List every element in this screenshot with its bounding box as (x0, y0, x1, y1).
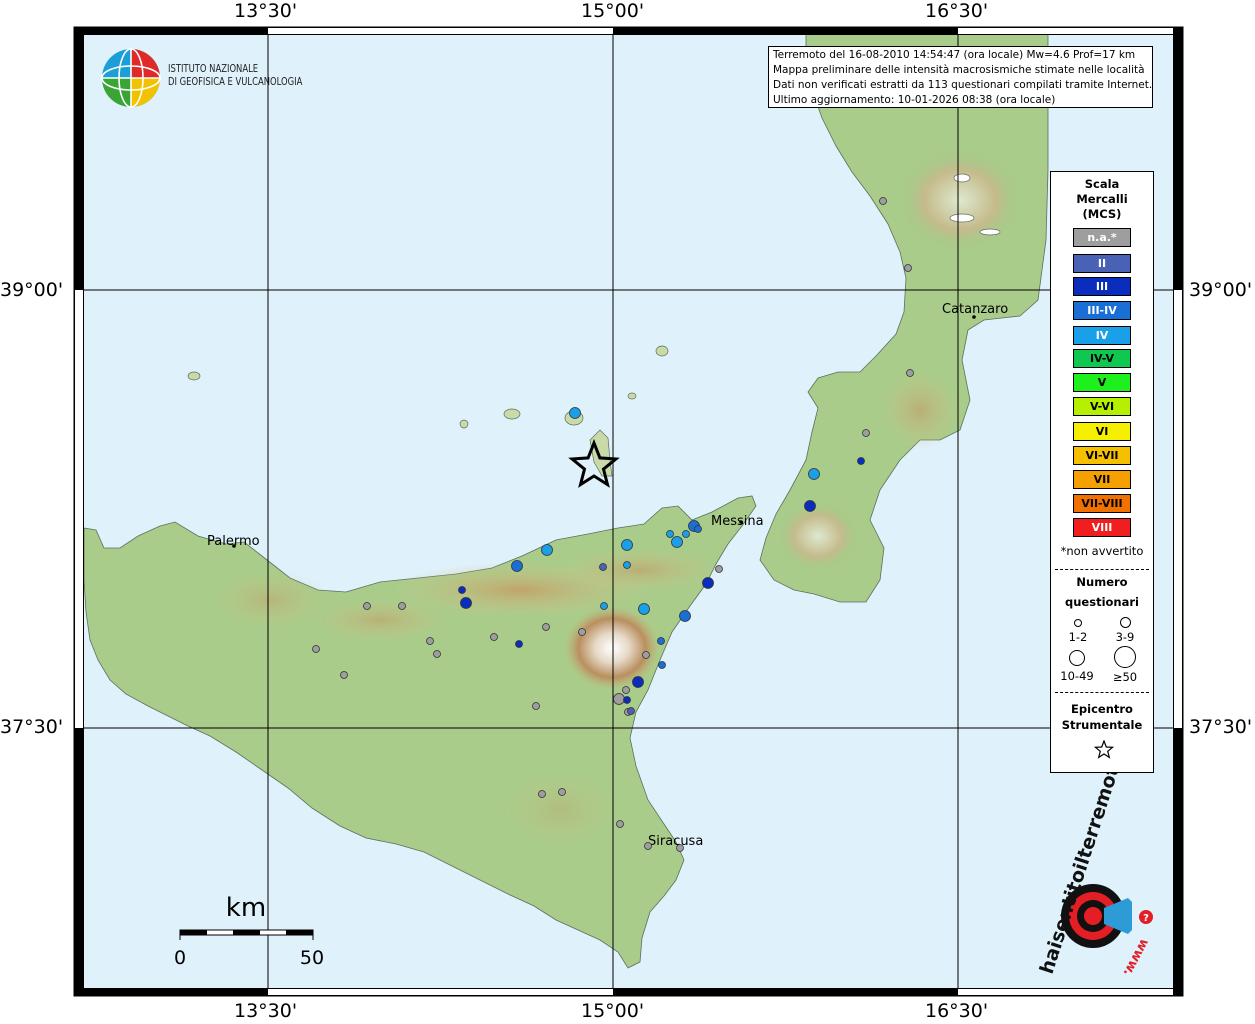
svg-text:?: ? (1143, 913, 1149, 924)
legend-title-line3: (MCS) (1082, 207, 1122, 221)
ingv-line1: ISTITUTO NAZIONALE (168, 62, 259, 75)
coord-left-1: 39°00' (0, 279, 64, 301)
legend-class-iii: III (1073, 277, 1131, 296)
legend-title-line1: Scala (1084, 177, 1120, 191)
coord-top-1: 13°30' (234, 0, 298, 22)
legend-class-viii: VIII (1073, 518, 1131, 537)
legend-count-heading: Numero questionari (1051, 574, 1153, 610)
size-label-2: 3-9 (1115, 630, 1135, 644)
legend-class-ii: II (1073, 254, 1131, 273)
coord-right-1: 39°00' (1189, 279, 1253, 301)
legend-count-heading-line1: Numero (1076, 575, 1128, 589)
legend-class-iv: IV (1073, 326, 1131, 345)
legend-class-n-a: n.a.* (1073, 228, 1131, 247)
scale-max: 50 (300, 947, 324, 969)
legend-title: Scala Mercalli (MCS) (1051, 177, 1153, 222)
legend-epicentre-line1: Epicentro (1071, 702, 1133, 716)
size-label-3: 10-49 (1060, 669, 1094, 683)
coord-left-2: 37°30' (0, 716, 64, 738)
legend-separator (1055, 569, 1149, 570)
size-ring-medium (1120, 617, 1131, 628)
scale-unit: km (226, 893, 266, 923)
event-info-line2: Mappa preliminare delle intensità macros… (773, 64, 1145, 76)
legend-class-vii-viii: VII-VIII (1073, 494, 1131, 513)
place-catanzaro: Catanzaro (942, 302, 1008, 317)
ingv-logo-text: ISTITUTO NAZIONALE DI GEOFISICA E VULCAN… (168, 62, 302, 88)
legend-class-vi: VI (1073, 422, 1131, 441)
size-ring-xlarge (1114, 646, 1136, 668)
size-ring-large (1069, 650, 1085, 666)
legend-epicentre-heading: Epicentro Strumentale (1051, 701, 1153, 733)
legend-class-v: V (1073, 373, 1131, 392)
legend-note: *non avvertito (1060, 544, 1144, 558)
event-info-line1: Terremoto del 16-08-2010 14:54:47 (ora l… (773, 49, 1136, 61)
legend-star-icon (1094, 740, 1114, 759)
etna (564, 606, 660, 690)
legend-class-iii-iv: III-IV (1073, 301, 1131, 320)
coord-bottom-3: 16°30' (925, 1000, 989, 1022)
coord-bottom-1: 13°30' (234, 1000, 298, 1022)
size-label-1: 1-2 (1068, 630, 1088, 644)
event-info-line3: Dati non verificati estratti da 113 ques… (773, 79, 1153, 91)
legend-class-vii: VII (1073, 470, 1131, 489)
coord-top-2: 15°00' (581, 0, 645, 22)
legend-epicentre-line2: Strumentale (1061, 718, 1143, 732)
legend-class-vi-vii: VI-VII (1073, 446, 1131, 465)
legend-title-line2: Mercalli (1076, 192, 1128, 206)
event-info-line4: Ultimo aggiornamento: 10-01-2026 08:38 (… (773, 94, 1056, 106)
legend-class-iv-v: IV-V (1073, 349, 1131, 368)
place-palermo: Palermo (207, 534, 260, 549)
event-info-box: Terremoto del 16-08-2010 14:54:47 (ora l… (768, 46, 1153, 108)
legend-count-heading-line2: questionari (1065, 595, 1139, 609)
place-messina: Messina (711, 514, 764, 529)
place-siracusa: Siracusa (648, 834, 703, 849)
size-ring-small (1074, 619, 1082, 627)
scale-min: 0 (174, 947, 186, 969)
ingv-line2: DI GEOFISICA E VULCANOLOGIA (168, 75, 303, 88)
legend: Scala Mercalli (MCS) n.a.* II III III-IV IV I… (1050, 171, 1154, 773)
coord-bottom-2: 15°00' (581, 1000, 645, 1022)
ingv-logo-icon (101, 48, 161, 108)
coord-top-3: 16°30' (925, 0, 989, 22)
coord-right-2: 37°30' (1189, 716, 1253, 738)
legend-class-v-vi: V-VI (1073, 397, 1131, 416)
size-label-4: ≥50 (1112, 670, 1138, 684)
legend-separator-2 (1055, 692, 1149, 693)
